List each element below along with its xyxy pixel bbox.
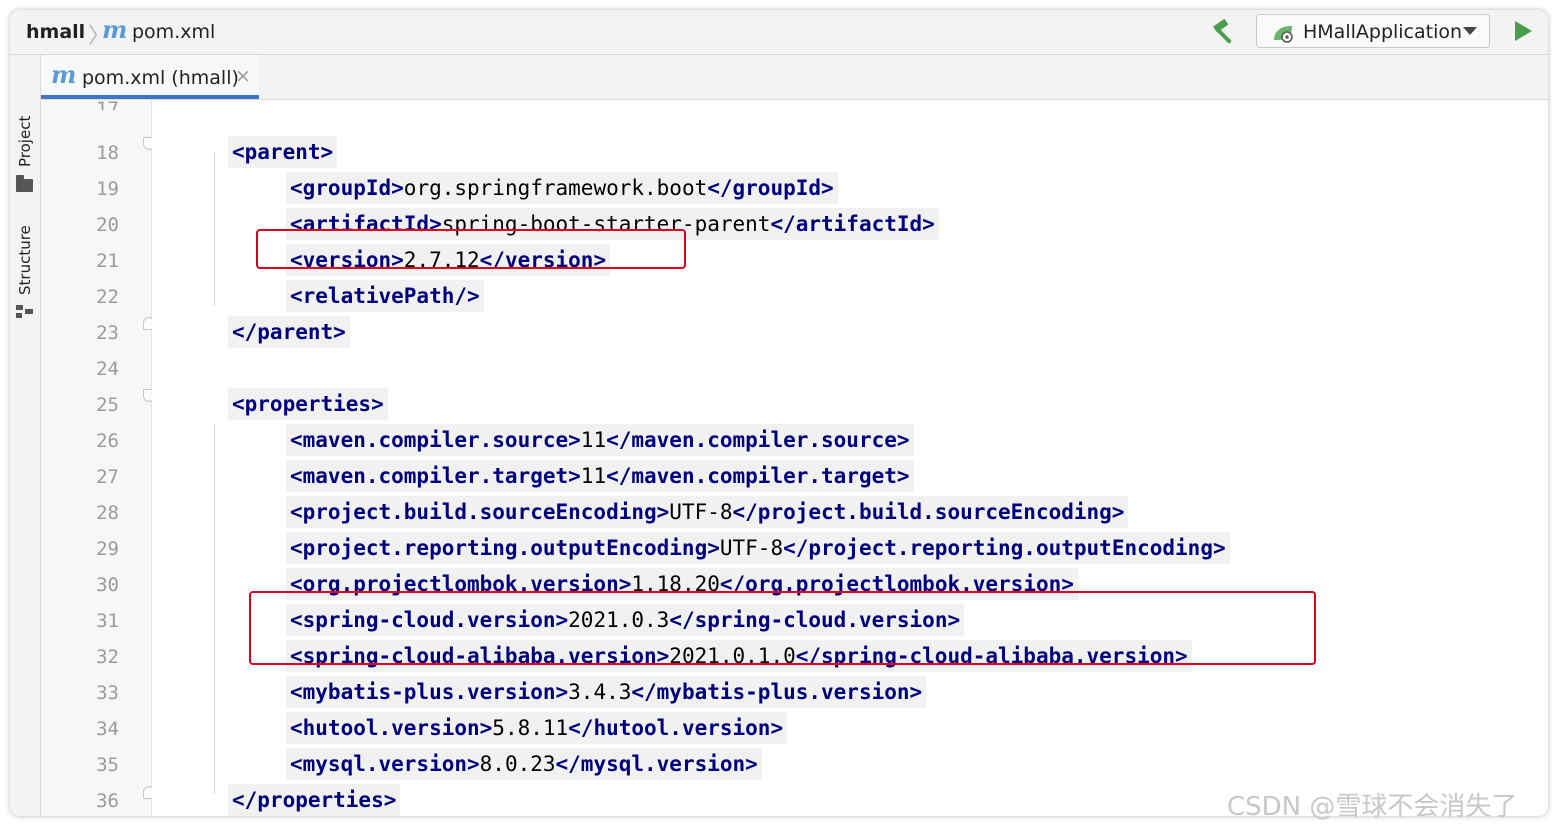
line-number: 36 — [96, 790, 119, 812]
xml-close-tag: </project.reporting.outputEncoding> — [783, 536, 1226, 560]
code-line: <hutool.version>5.8.11</hutool.version> — [286, 712, 788, 744]
code-line: <project.build.sourceEncoding>UTF-8</pro… — [286, 496, 1129, 528]
highlight-box-spring-cloud — [249, 591, 1316, 665]
xml-text-value: 8.0.23 — [479, 752, 556, 776]
xml-open-tag: <mybatis-plus.version> — [290, 680, 569, 704]
xml-close-tag: </mybatis-plus.version> — [631, 680, 923, 704]
line-number: 26 — [96, 430, 119, 452]
xml-close-tag: </maven.compiler.source> — [606, 428, 910, 452]
xml-text-value: org.springframework.boot — [403, 176, 708, 200]
code-line: </properties> — [228, 784, 401, 816]
xml-text-value: 11 — [580, 464, 607, 488]
line-number: 33 — [96, 682, 119, 704]
code-editor[interactable]: <parent> <groupId>org.springframework.boo… — [152, 100, 1548, 816]
line-number: 23 — [96, 322, 119, 344]
watermark: CSDN @雪球不会消失了 — [1227, 792, 1518, 822]
line-number: 24 — [96, 358, 119, 380]
xml-close-tag: </artifactId> — [770, 212, 935, 236]
code-line: <project.reporting.outputEncoding>UTF-8<… — [286, 532, 1230, 564]
play-icon[interactable] — [1515, 21, 1532, 41]
folder-icon[interactable] — [16, 175, 33, 192]
xml-text-value: 3.4.3 — [568, 680, 632, 704]
line-number: 22 — [96, 286, 119, 308]
line-number: 19 — [96, 178, 119, 200]
xml-close-tag: </maven.compiler.target> — [606, 464, 910, 488]
editor-tab-bar: m pom.xml (hmall) × — [41, 55, 1548, 100]
xml-open-tag: <properties> — [232, 392, 384, 416]
xml-open-tag: <parent> — [232, 140, 334, 164]
chevron-down-icon — [1463, 27, 1477, 35]
line-number: 21 — [96, 250, 119, 272]
xml-open-tag: </properties> — [232, 788, 397, 812]
code-line: <relativePath/> — [286, 280, 484, 312]
tool-window-structure[interactable]: Structure — [16, 225, 34, 295]
code-line: </parent> — [228, 316, 350, 348]
line-number: 32 — [96, 646, 119, 668]
code-line: <mybatis-plus.version>3.4.3</mybatis-plu… — [286, 676, 927, 708]
line-number: 29 — [96, 538, 119, 560]
xml-close-tag: </groupId> — [707, 176, 834, 200]
xml-close-tag: </hutool.version> — [568, 716, 784, 740]
line-number: 27 — [96, 466, 119, 488]
xml-open-tag: <project.reporting.outputEncoding> — [290, 536, 720, 560]
xml-close-tag: </project.build.sourceEncoding> — [732, 500, 1125, 524]
highlight-box-version — [256, 229, 686, 269]
line-number: 35 — [96, 754, 119, 776]
xml-open-tag: <maven.compiler.source> — [290, 428, 581, 452]
line-number-gutter: 17 18 19 20 21 22 23 24 25 26 27 28 29 30 31 32 33 34 35 3… — [41, 98, 155, 816]
line-number: 18 — [96, 142, 119, 164]
code-line: <parent> — [228, 136, 338, 168]
run-configuration-name: HMallApplication — [1303, 21, 1463, 43]
tab-pom-xml[interactable]: m pom.xml (hmall) × — [41, 55, 259, 99]
line-number: 17 — [96, 98, 119, 110]
line-number: 31 — [96, 610, 119, 632]
xml-open-tag: <maven.compiler.target> — [290, 464, 581, 488]
breadcrumb-file[interactable]: pom.xml — [132, 21, 215, 43]
xml-close-tag: </mysql.version> — [555, 752, 758, 776]
hammer-icon[interactable] — [1210, 18, 1240, 46]
tool-window-project[interactable]: Project — [16, 116, 34, 167]
code-line: <maven.compiler.source>11</maven.compile… — [286, 424, 914, 456]
line-number: 28 — [96, 502, 119, 524]
close-icon[interactable]: × — [235, 65, 251, 87]
xml-text-value: 11 — [580, 428, 607, 452]
tab-label: pom.xml (hmall) — [82, 67, 239, 89]
code-line: <maven.compiler.target>11</maven.compile… — [286, 460, 914, 492]
xml-text-value: UTF-8 — [669, 500, 733, 524]
spring-boot-icon — [1274, 26, 1293, 43]
line-number: 20 — [96, 214, 119, 236]
maven-file-icon: m — [102, 15, 128, 44]
xml-text-value: UTF-8 — [719, 536, 784, 560]
structure-icon[interactable] — [16, 305, 33, 319]
xml-open-tag: <relativePath/> — [290, 284, 480, 308]
tool-window-strip: Project Structure — [10, 55, 41, 816]
xml-open-tag: <mysql.version> — [290, 752, 480, 776]
xml-open-tag: <project.build.sourceEncoding> — [290, 500, 670, 524]
line-number: 25 — [96, 394, 119, 416]
breadcrumb-project[interactable]: hmall — [26, 21, 85, 43]
indent-guide — [214, 424, 215, 794]
xml-open-tag: <hutool.version> — [290, 716, 493, 740]
ide-window: hmall 〉 m pom.xml HMallApplication Proje… — [10, 10, 1548, 816]
code-line: <groupId>org.springframework.boot</group… — [286, 172, 838, 204]
line-number: 34 — [96, 718, 119, 740]
xml-text-value: 5.8.11 — [492, 716, 569, 740]
code-line: <properties> — [228, 388, 388, 420]
maven-file-icon: m — [51, 60, 77, 89]
code-line: <mysql.version>8.0.23</mysql.version> — [286, 748, 762, 780]
run-configuration-selector[interactable]: HMallApplication — [1256, 14, 1490, 48]
navigation-bar: hmall 〉 m pom.xml HMallApplication — [10, 10, 1548, 55]
xml-open-tag: <groupId> — [290, 176, 404, 200]
line-number: 30 — [96, 574, 119, 596]
indent-guide — [214, 152, 215, 306]
xml-open-tag: </parent> — [232, 320, 346, 344]
